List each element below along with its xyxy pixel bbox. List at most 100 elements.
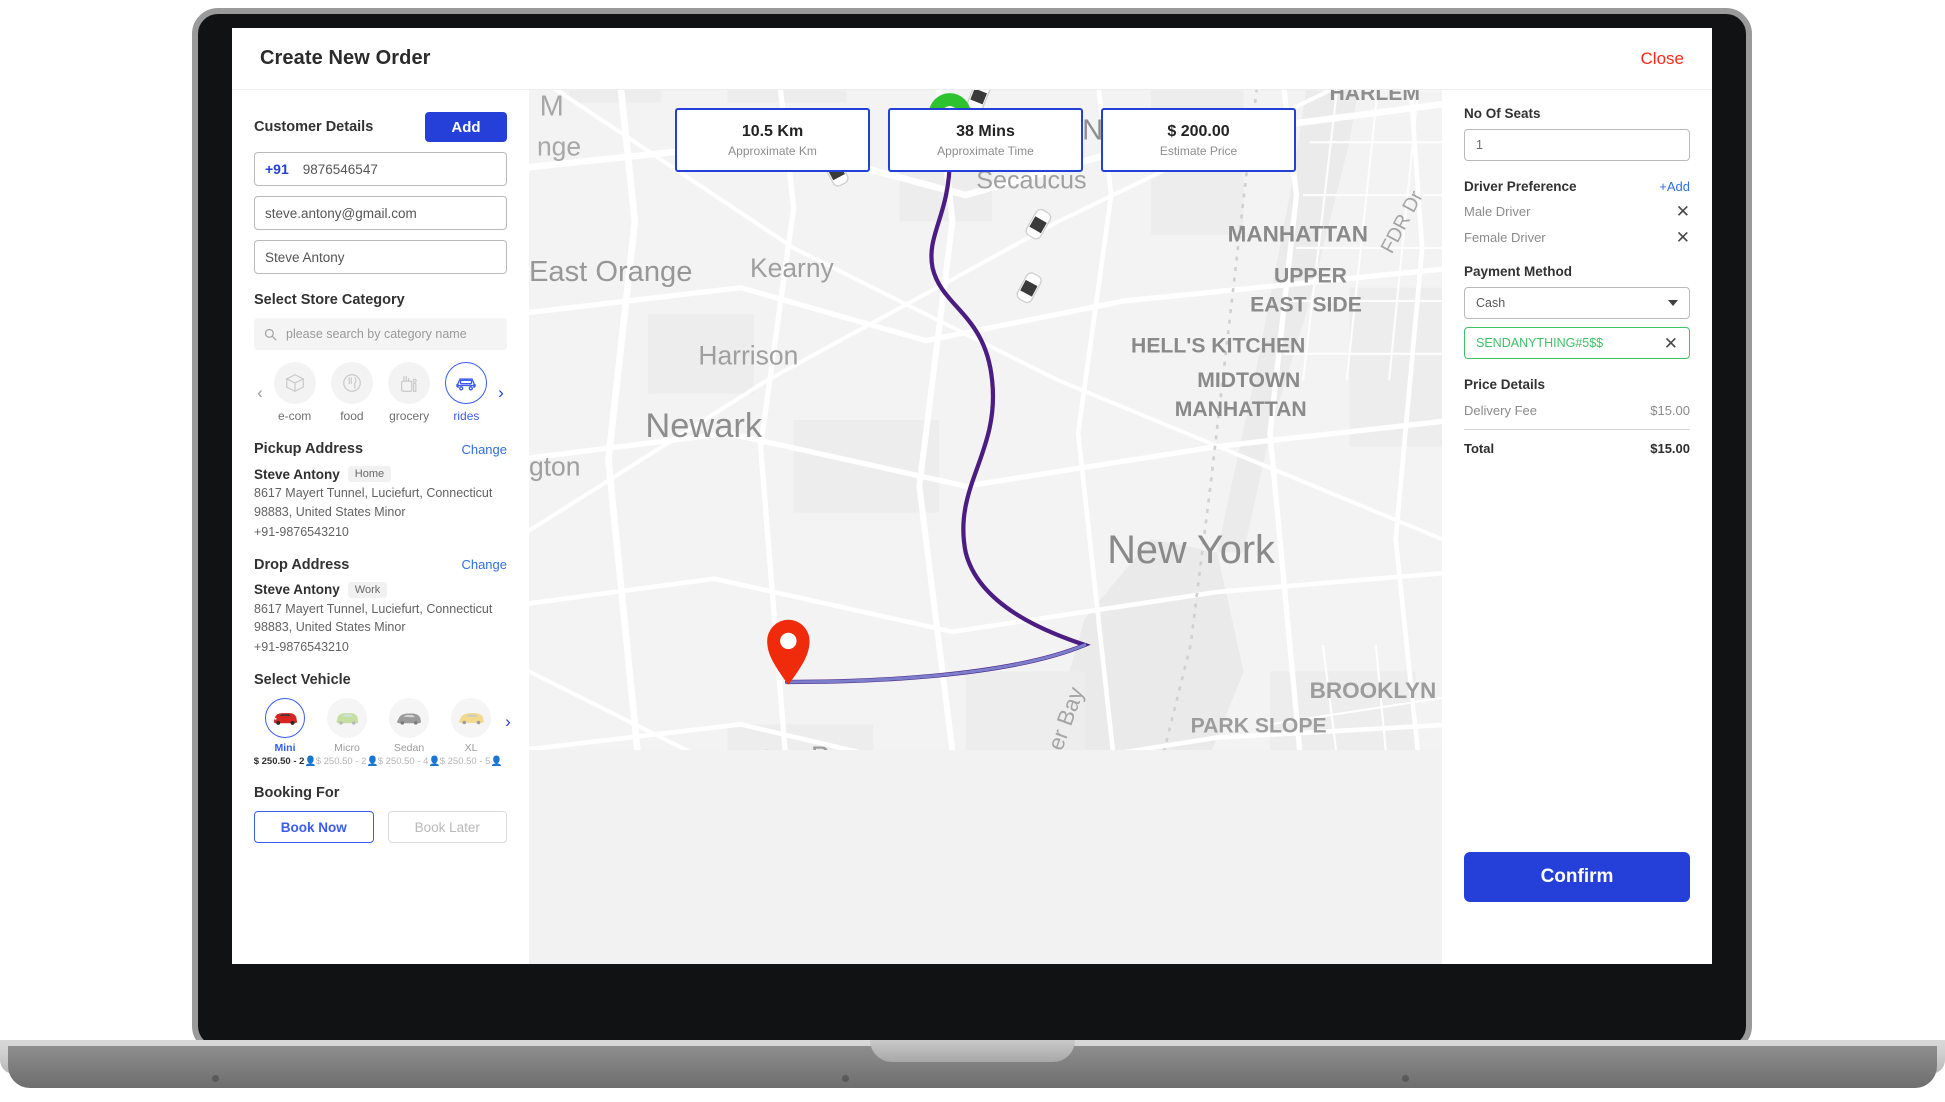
category-label: grocery	[389, 409, 430, 423]
close-icon[interactable]: ✕	[1676, 229, 1690, 246]
drop-address-label: Drop Address	[254, 556, 350, 573]
vehicle-name: Sedan	[393, 742, 425, 754]
map-label: BROOKLYN	[1310, 678, 1437, 703]
page-title: Create New Order	[260, 47, 431, 69]
book-later-button[interactable]: Book Later	[387, 811, 507, 843]
grocery-icon	[388, 362, 431, 404]
vehicle-item-mini[interactable]: Mini $ 250.50 - 2👤	[254, 698, 316, 767]
phone-value: 9876546547	[302, 161, 378, 177]
promo-code-field[interactable]: SENDANYTHING#5$$ ✕	[1464, 327, 1690, 359]
box-icon	[273, 362, 316, 404]
vehicle-item-xl[interactable]: XL $ 250.50 - 5👤	[440, 698, 502, 767]
approximate-km-value: 10.5 Km	[741, 122, 804, 140]
vehicle-price: $ 250.50 - 4👤	[377, 756, 441, 767]
pickup-address-line2: 98883, United States Minor	[254, 504, 406, 519]
category-label: e-com	[277, 409, 312, 423]
laptop-foot	[1402, 1075, 1409, 1082]
right-panel: No Of Seats 1 Driver Preference +Add Mal…	[1442, 90, 1712, 964]
price-row-value: $15.00	[1650, 403, 1690, 418]
estimate-price-label: Estimate Price	[1159, 143, 1238, 158]
map-panel[interactable]: EastMngeNorth BergenHARLEMSecaucusMANHAT…	[529, 90, 1442, 964]
drop-change-button[interactable]: Change	[461, 557, 507, 572]
select-vehicle-label: Select Vehicle	[254, 672, 351, 688]
category-prev-button[interactable]: ‹	[254, 383, 266, 403]
map-label: Harrison	[698, 340, 798, 370]
drop-address-header: Drop Address Change	[254, 557, 507, 573]
modal-header: Create New Order Close	[232, 28, 1712, 90]
select-store-category-label: Select Store Category	[254, 292, 405, 308]
price-details-section: Price Details Delivery Fee $15.00 Total …	[1464, 377, 1690, 456]
category-search-placeholder: please search by category name	[286, 327, 467, 341]
map-canvas[interactable]: EastMngeNorth BergenHARLEMSecaucusMANHAT…	[529, 90, 1442, 750]
vehicle-next-button[interactable]: ›	[502, 712, 514, 732]
car-xl-icon	[451, 698, 491, 738]
pickup-name: Steve Antony	[254, 466, 340, 482]
map-label: Newark	[645, 407, 762, 445]
total-label: Total	[1464, 441, 1495, 456]
pickup-change-button[interactable]: Change	[461, 442, 507, 457]
car-micro-icon	[327, 698, 367, 738]
category-item-ecom[interactable]: e-com	[273, 362, 316, 423]
booking-for-label: Booking For	[254, 785, 340, 801]
map-label: UPPER	[1274, 264, 1347, 287]
left-panel: Customer Details Add +91 9876546547 stev…	[232, 90, 529, 964]
close-icon[interactable]: ✕	[1664, 335, 1678, 352]
drop-name: Steve Antony	[254, 582, 340, 597]
car-sedan-icon	[389, 698, 429, 738]
add-customer-button[interactable]: Add	[425, 112, 507, 142]
booking-options: Book Now Book Later	[254, 811, 507, 843]
category-label: rides	[453, 409, 480, 423]
chevron-down-icon	[1668, 300, 1678, 306]
pickup-address-label: Pickup Address	[254, 441, 364, 457]
confirm-button[interactable]: Confirm	[1464, 852, 1690, 902]
category-next-button[interactable]: ›	[495, 383, 507, 403]
driver-preference-add-button[interactable]: +Add	[1659, 179, 1690, 194]
driver-preference-label: Driver Preference	[1464, 179, 1577, 194]
total-value: $15.00	[1650, 441, 1690, 456]
vehicle-price: $ 250.50 - 2👤	[315, 756, 379, 767]
price-row-label: Delivery Fee	[1464, 403, 1537, 418]
pickup-tag: Home	[347, 466, 392, 482]
pickup-name-row: Steve Antony Home	[254, 466, 507, 482]
payment-method-label: Payment Method	[1464, 264, 1573, 279]
drop-address-line2: 98883, United States Minor	[254, 620, 406, 635]
book-now-button[interactable]: Book Now	[254, 811, 374, 843]
map-label: MANHATTAN	[1228, 221, 1368, 246]
driver-preference-header: Driver Preference +Add	[1464, 179, 1690, 194]
driver-preference-item: Male Driver ✕	[1464, 203, 1690, 220]
customer-details-header: Customer Details Add	[254, 112, 507, 142]
pickup-phone: +91-9876543210	[254, 524, 349, 539]
category-item-food[interactable]: food	[330, 362, 373, 423]
category-item-grocery[interactable]: grocery	[388, 362, 431, 423]
driver-preference-name: Female Driver	[1464, 230, 1546, 245]
phone-input[interactable]: +91 9876546547	[254, 152, 507, 186]
name-input[interactable]: Steve Antony	[254, 240, 507, 274]
map-label: HELL'S KITCHEN	[1131, 335, 1305, 358]
driver-preference-name: Male Driver	[1464, 204, 1531, 219]
map-label: HARLEM	[1330, 90, 1421, 105]
map-label: MIDTOWN	[1197, 369, 1300, 392]
vehicle-item-sedan[interactable]: Sedan $ 250.50 - 4👤	[378, 698, 440, 767]
vehicle-item-micro[interactable]: Micro $ 250.50 - 2👤	[316, 698, 378, 767]
approximate-km-label: Approximate Km	[728, 143, 817, 158]
vehicle-price: $ 250.50 - 5👤	[439, 756, 503, 767]
payment-method-select[interactable]: Cash	[1464, 287, 1690, 319]
price-row-total: Total $15.00	[1464, 429, 1690, 456]
vehicle-price: $ 250.50 - 2👤	[253, 756, 317, 767]
estimate-price-value: $ 200.00	[1167, 122, 1230, 140]
email-input[interactable]: steve.antony@gmail.com	[254, 196, 507, 230]
drop-tag: Work	[347, 581, 388, 598]
close-button[interactable]: Close	[1641, 49, 1684, 69]
category-item-rides[interactable]: rides	[445, 362, 488, 423]
map-label: gton	[529, 452, 581, 482]
pickup-address-header: Pickup Address Change	[254, 441, 507, 457]
no-of-seats-input[interactable]: 1	[1464, 129, 1690, 161]
car-mini-icon	[265, 698, 305, 738]
vehicle-name: Micro	[334, 742, 360, 754]
vehicle-carousel: Mini $ 250.50 - 2👤 Micro $ 250.50 - 2👤 S…	[254, 698, 511, 767]
close-icon[interactable]: ✕	[1676, 203, 1690, 220]
estimate-price-card: $ 200.00 Estimate Price	[1101, 108, 1296, 172]
category-search-input[interactable]: please search by category name	[254, 318, 507, 350]
vehicle-name: Mini	[274, 742, 296, 754]
payment-method-section: Payment Method Cash SENDANYTHING#5$$ ✕	[1464, 264, 1690, 359]
